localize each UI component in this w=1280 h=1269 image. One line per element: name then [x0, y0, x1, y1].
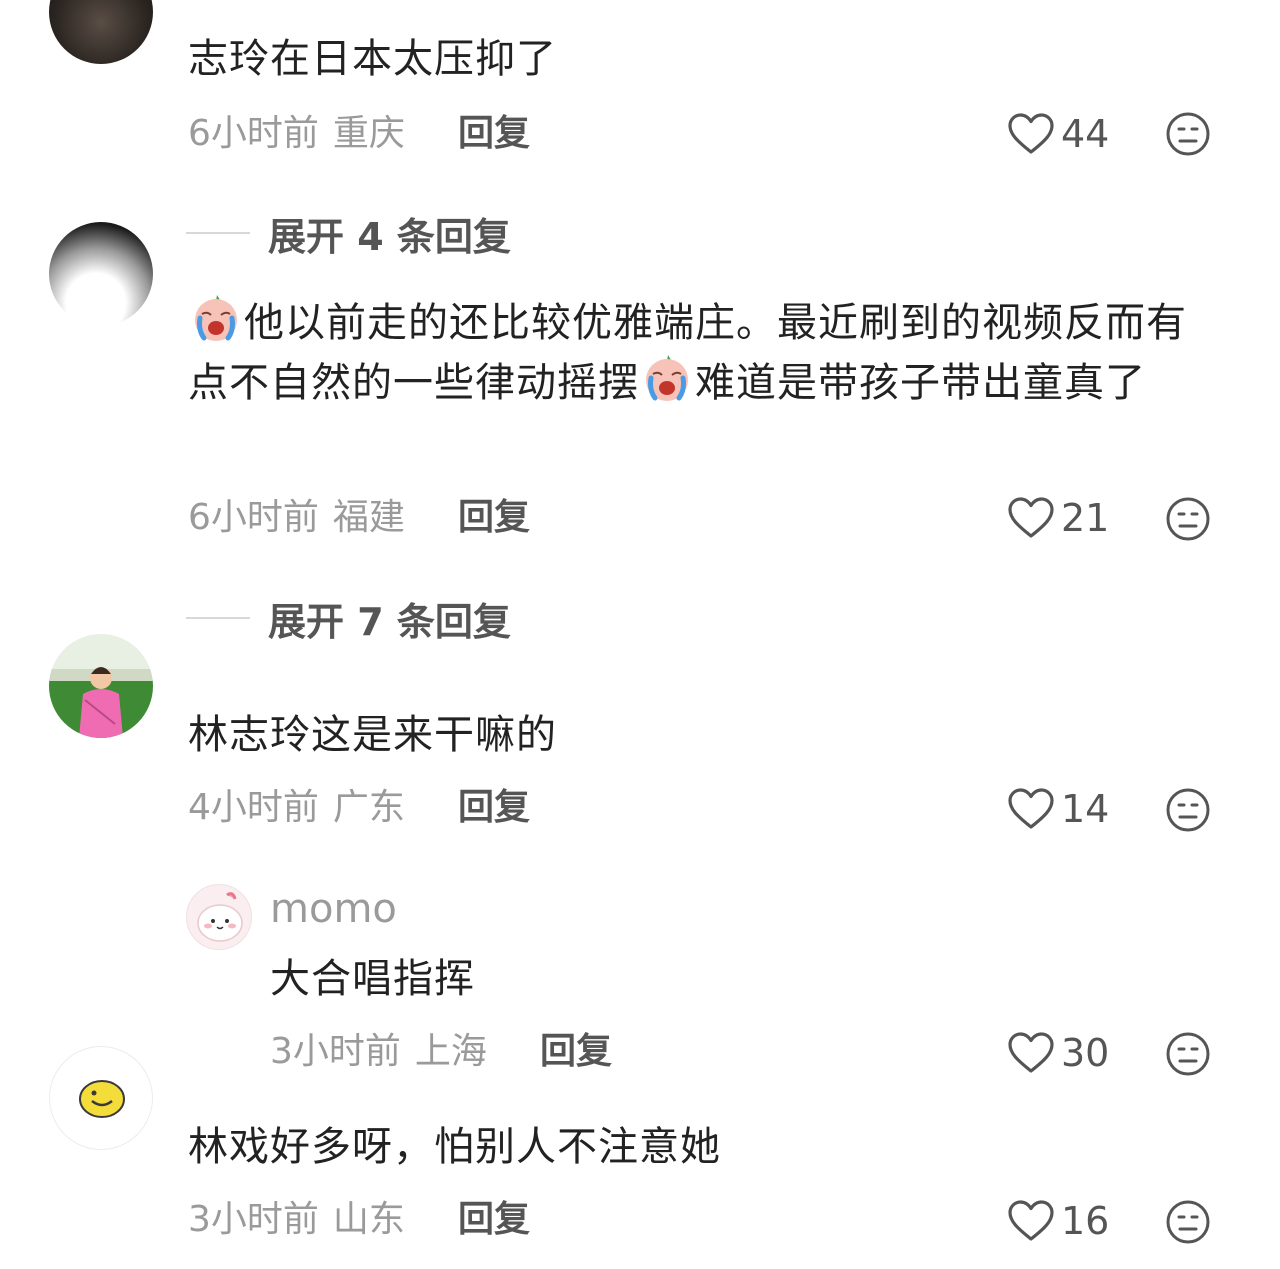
avatar[interactable] — [49, 1046, 153, 1150]
comment-time: 6小时前 — [188, 113, 319, 154]
comment-time: 6小时前 — [188, 497, 319, 538]
divider — [186, 232, 250, 234]
reply-button[interactable]: 回复 — [458, 496, 530, 540]
like-count: 16 — [1061, 1199, 1110, 1243]
reply-location: 上海 — [414, 1031, 487, 1072]
reply-meta: 3小时前 上海 — [270, 1030, 487, 1074]
like-count: 30 — [1061, 1031, 1110, 1075]
comment-meta: 6小时前 重庆 — [188, 112, 405, 156]
heart-outline-icon — [1008, 788, 1054, 829]
comment-text: 林戏好多呀，怕别人不注意她 — [188, 1124, 721, 1170]
neutral-face-icon[interactable] — [1165, 787, 1211, 833]
neutral-face-icon[interactable] — [1165, 496, 1211, 542]
heart-outline-icon — [1008, 113, 1054, 154]
heart-outline-icon — [1008, 1200, 1054, 1241]
like-count: 14 — [1061, 787, 1110, 831]
like-button[interactable]: 21 — [1007, 495, 1109, 541]
reply-username[interactable]: momo — [270, 884, 397, 934]
expand-replies-button[interactable]: 展开 4 条回复 — [186, 210, 511, 259]
like-count: 21 — [1061, 496, 1110, 540]
reply-time: 3小时前 — [270, 1031, 401, 1072]
comment-meta: 6小时前 福建 — [188, 496, 405, 540]
avatar[interactable] — [49, 0, 153, 64]
reply-button[interactable]: 回复 — [458, 1198, 530, 1242]
crying-face-emoji — [646, 355, 688, 401]
avatar-photo — [49, 667, 153, 738]
crying-face-emoji — [195, 295, 237, 341]
avatar-illustration — [197, 892, 243, 942]
divider — [186, 617, 250, 619]
avatar-illustration — [79, 1080, 125, 1118]
like-button[interactable]: 16 — [1007, 1198, 1109, 1244]
reply-avatar[interactable] — [186, 884, 252, 950]
heart-outline-icon — [1008, 497, 1054, 538]
comment-time: 4小时前 — [188, 787, 319, 828]
comment-text: 林志玲这是来干嘛的 — [188, 712, 557, 758]
neutral-face-icon[interactable] — [1165, 1031, 1211, 1077]
like-count: 44 — [1061, 112, 1110, 156]
expand-replies-label: 展开 4 条回复 — [268, 214, 511, 259]
avatar[interactable] — [49, 222, 153, 326]
reply-text: 大合唱指挥 — [270, 956, 475, 1002]
comment-location: 广东 — [332, 787, 405, 828]
comment-meta: 3小时前 山东 — [188, 1198, 405, 1242]
comment-time: 3小时前 — [188, 1199, 319, 1240]
like-button[interactable]: 30 — [1007, 1030, 1109, 1076]
comment-location: 山东 — [332, 1199, 405, 1240]
comment-location: 重庆 — [332, 113, 405, 154]
expand-replies-label: 展开 7 条回复 — [268, 599, 511, 644]
avatar[interactable] — [49, 634, 153, 738]
like-button[interactable]: 44 — [1007, 111, 1109, 157]
reply-button[interactable]: 回复 — [458, 786, 530, 830]
expand-replies-button[interactable]: 展开 7 条回复 — [186, 595, 511, 644]
comment-location: 福建 — [332, 497, 405, 538]
neutral-face-icon[interactable] — [1165, 1199, 1211, 1245]
reply-button[interactable]: 回复 — [458, 112, 530, 156]
comment-text: 志玲在日本太压抑了 — [188, 36, 557, 82]
like-button[interactable]: 14 — [1007, 786, 1109, 832]
comment-list: 志玲在日本太压抑了 6小时前 重庆 回复 44 展开 4 条回复 他以前走的还比较… — [0, 0, 1280, 1269]
heart-outline-icon — [1008, 1032, 1054, 1073]
comment-text-part: 难道是带孩子带出童真了 — [695, 360, 1146, 406]
comment-text: 他以前走的还比较优雅端庄。最近刷到的视频反而有点不自然的一些律动摇摆 难道是带孩… — [188, 292, 1218, 412]
neutral-face-icon[interactable] — [1165, 111, 1211, 157]
comment-meta: 4小时前 广东 — [188, 786, 405, 830]
reply-button[interactable]: 回复 — [540, 1030, 612, 1074]
